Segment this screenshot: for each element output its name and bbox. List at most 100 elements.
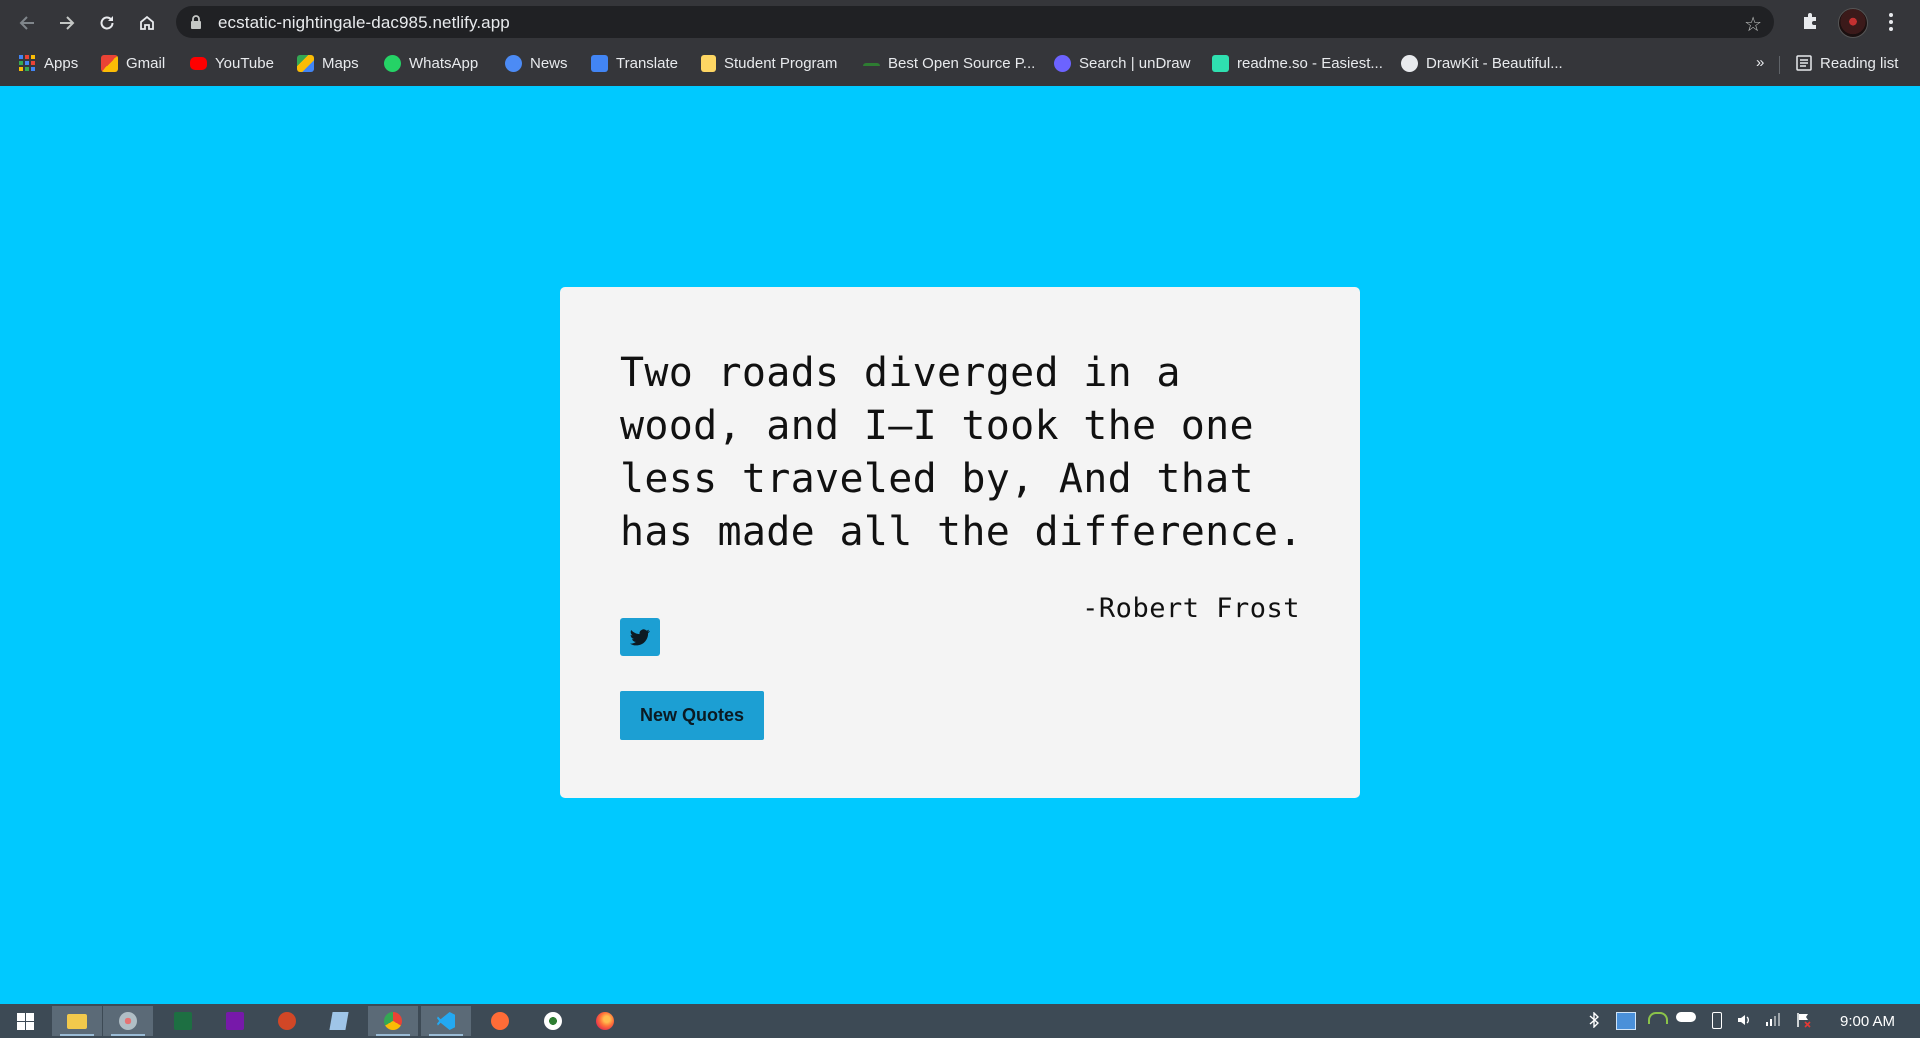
taskbar-onenote[interactable]: [210, 1006, 260, 1036]
reading-list-label: Reading list: [1820, 54, 1899, 72]
taskbar-postman[interactable]: [475, 1006, 525, 1036]
bookmark-drawkit[interactable]: DrawKit - Beautiful...: [1401, 53, 1563, 73]
more-bookmarks-chevron-icon[interactable]: »: [1756, 54, 1764, 71]
onedrive-cloud-icon[interactable]: [1676, 1012, 1696, 1022]
bookmark-label: YouTube: [215, 54, 274, 72]
readme-so-icon: [1212, 54, 1229, 72]
bookmark-label: Apps: [44, 54, 79, 72]
taskbar-firefox[interactable]: [580, 1006, 630, 1036]
bookmark-label: WhatsApp: [409, 54, 479, 72]
download-icon: [544, 1012, 562, 1030]
bookmarks-divider: [1779, 56, 1780, 74]
browser-menu-icon[interactable]: [1884, 8, 1898, 36]
reading-list-icon: [1796, 55, 1812, 71]
bookmark-news[interactable]: News: [505, 53, 568, 73]
bookmark-label: readme.so - Easiest...: [1237, 54, 1383, 72]
folder-icon: [701, 54, 716, 72]
bookmark-undraw[interactable]: Search | unDraw: [1054, 53, 1190, 73]
home-button[interactable]: [133, 9, 161, 37]
bookmark-label: Maps: [322, 54, 359, 72]
back-arrow-icon: [19, 16, 34, 30]
reload-button[interactable]: [93, 9, 121, 37]
taskbar-excel[interactable]: [158, 1006, 208, 1036]
browser-toolbar: ecstatic-nightingale-dac985.netlify.app …: [0, 0, 1920, 46]
bookmark-label: Best Open Source P...: [888, 54, 1036, 72]
open-source-icon: [863, 62, 880, 70]
action-center-flag-icon[interactable]: [1796, 1012, 1812, 1028]
bookmark-label: News: [530, 54, 568, 72]
taskbar-powerpoint[interactable]: [262, 1006, 312, 1036]
bookmark-label: DrawKit - Beautiful...: [1426, 54, 1563, 72]
whatsapp-icon: [384, 54, 401, 72]
windows-start-icon: [16, 1012, 34, 1030]
excel-icon: [174, 1012, 192, 1030]
wifi-signal-icon[interactable]: [1766, 1012, 1780, 1026]
taskbar-vscode[interactable]: [421, 1006, 471, 1036]
bookmark-student-program[interactable]: Student Program: [701, 53, 837, 73]
bookmark-label: Search | unDraw: [1079, 54, 1191, 72]
new-quote-button[interactable]: New Quotes: [620, 691, 764, 740]
bookmark-whatsapp[interactable]: WhatsApp: [384, 53, 478, 73]
address-bar[interactable]: ecstatic-nightingale-dac985.netlify.app …: [176, 6, 1774, 38]
taskbar-clock[interactable]: 9:00 AM: [1840, 1013, 1895, 1030]
youtube-icon: [190, 56, 207, 70]
bookmark-label: Gmail: [126, 54, 166, 72]
file-explorer-icon: [67, 1013, 87, 1029]
news-icon: [505, 54, 522, 72]
bookmark-label: Translate: [616, 54, 678, 72]
apps-grid-icon: [19, 54, 35, 71]
bookmark-star-icon[interactable]: ☆: [1744, 12, 1762, 37]
taskbar-download-app[interactable]: [528, 1006, 578, 1036]
windows-taskbar: 9:00 AM: [0, 1004, 1920, 1038]
postman-icon: [491, 1012, 509, 1030]
paint-icon: [119, 1012, 137, 1030]
undraw-icon: [1054, 54, 1071, 72]
chrome-icon: [384, 1012, 402, 1030]
network-settings-icon[interactable]: [1616, 1012, 1636, 1030]
home-icon: [140, 15, 154, 30]
reload-icon: [100, 16, 114, 30]
twitter-icon: [630, 628, 650, 645]
volume-icon[interactable]: [1736, 1012, 1752, 1028]
bookmark-maps[interactable]: Maps: [297, 53, 359, 73]
vscode-icon: [437, 1012, 455, 1030]
bookmark-translate[interactable]: Translate: [591, 53, 678, 73]
bookmarks-bar: Apps Gmail YouTube Maps WhatsApp News Tr…: [0, 46, 1920, 80]
quote-text: Two roads diverged in a wood, and I—I to…: [620, 350, 1303, 555]
firefox-icon: [596, 1012, 614, 1030]
reading-list-button[interactable]: Reading list: [1796, 53, 1898, 73]
forward-button[interactable]: [53, 9, 81, 37]
url-text: ecstatic-nightingale-dac985.netlify.app: [218, 13, 510, 32]
drawkit-icon: [1401, 54, 1418, 72]
extensions-puzzle-icon[interactable]: [1801, 11, 1821, 31]
taskbar-paint[interactable]: [103, 1006, 153, 1036]
forward-arrow-icon: [60, 16, 75, 30]
lock-icon: [191, 15, 201, 29]
tweet-quote-button[interactable]: [620, 618, 660, 656]
taskbar-file-explorer[interactable]: [52, 1006, 102, 1036]
taskbar-notepad[interactable]: [314, 1006, 364, 1036]
bookmark-youtube[interactable]: YouTube: [190, 53, 274, 73]
quote-author: -Robert Frost: [1082, 593, 1300, 624]
maps-icon: [297, 54, 314, 72]
start-button[interactable]: [0, 1006, 50, 1036]
profile-avatar[interactable]: [1838, 8, 1868, 38]
quote-card: Two roads diverged in a wood, and I—I to…: [560, 287, 1360, 798]
bookmark-readme-so[interactable]: readme.so - Easiest...: [1212, 53, 1383, 73]
powerpoint-icon: [278, 1012, 296, 1030]
security-icon[interactable]: [1648, 1012, 1668, 1024]
bookmark-label: Student Program: [724, 54, 838, 72]
page-background: Two roads diverged in a wood, and I—I to…: [0, 86, 1920, 1004]
onenote-icon: [226, 1012, 244, 1030]
gmail-icon: [101, 54, 118, 72]
bookmark-open-source[interactable]: Best Open Source P...: [863, 53, 1035, 73]
battery-icon[interactable]: [1712, 1012, 1722, 1029]
notepad-icon: [329, 1012, 349, 1030]
translate-icon: [591, 54, 608, 72]
bookmark-apps[interactable]: Apps: [19, 53, 78, 73]
bookmark-gmail[interactable]: Gmail: [101, 53, 165, 73]
bluetooth-icon[interactable]: [1589, 1012, 1599, 1028]
taskbar-chrome[interactable]: [368, 1006, 418, 1036]
browser-chrome: ecstatic-nightingale-dac985.netlify.app …: [0, 0, 1920, 86]
back-button[interactable]: [13, 9, 41, 37]
